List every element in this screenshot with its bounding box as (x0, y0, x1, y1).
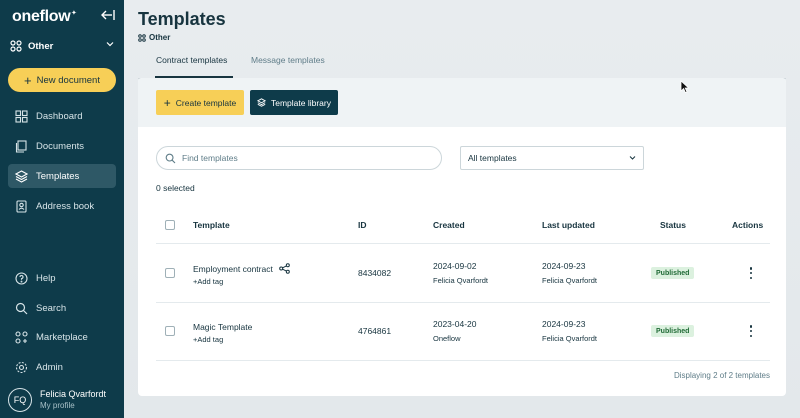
breadcrumb: Other (138, 33, 170, 42)
main-content: Templates Other Contract templates Messa… (124, 0, 800, 418)
mouse-cursor-icon (680, 80, 690, 94)
layers-icon (257, 98, 266, 107)
template-filter-select[interactable]: All templates (460, 146, 644, 170)
share-icon[interactable] (279, 263, 290, 274)
marketplace-icon (15, 330, 28, 344)
page-title: Templates (138, 9, 226, 29)
sidebar-item-label: Help (36, 272, 56, 284)
collapse-sidebar-icon[interactable] (100, 7, 116, 23)
row-divider (156, 243, 770, 244)
column-header-actions: Actions (732, 220, 764, 230)
workspace-label: Other (28, 40, 54, 52)
sidebar-item-label: Admin (36, 361, 63, 373)
template-name-link[interactable]: Employment contract (193, 264, 273, 274)
documents-icon (15, 139, 27, 153)
profile-name: Felicia Qvarfordt (40, 389, 107, 399)
search-box (156, 146, 442, 170)
search-input[interactable] (182, 153, 422, 163)
layers-icon (15, 169, 28, 183)
oneflow-logo[interactable]: oneflow (12, 8, 71, 25)
address-book-icon (16, 199, 27, 213)
add-tag-link[interactable]: +Add tag (193, 335, 223, 344)
templates-card: + Create template Template library All t… (138, 78, 786, 396)
sidebar-item-label: Documents (36, 140, 85, 152)
pagination-summary: Displaying 2 of 2 templates (673, 371, 770, 380)
sidebar-item-admin[interactable]: Admin (8, 355, 116, 379)
row-divider (156, 302, 770, 303)
sidebar-item-label: Address book (36, 200, 95, 212)
template-library-label: Template library (271, 97, 331, 108)
chevron-down-icon (629, 156, 636, 160)
created-date: 2023-04-20 (433, 319, 477, 329)
sidebar-item-label: Search (36, 302, 67, 314)
sidebar-item-documents[interactable]: Documents (8, 134, 116, 158)
gear-icon (15, 361, 28, 373)
sidebar-item-label: Marketplace (36, 331, 88, 343)
add-tag-link[interactable]: +Add tag (193, 277, 223, 286)
row-divider (156, 360, 770, 361)
tab-contract-templates[interactable]: Contract templates (156, 55, 227, 65)
select-all-checkbox[interactable] (165, 220, 175, 230)
logo-sparkle-icon: ✦ (71, 10, 77, 17)
create-template-label: Create template (175, 97, 237, 108)
created-by: Oneflow (433, 334, 461, 343)
create-template-button[interactable]: + Create template (156, 90, 244, 115)
sidebar-item-label: Dashboard (36, 110, 83, 122)
search-icon (165, 153, 176, 163)
row-actions-menu-icon[interactable] (747, 266, 755, 280)
search-icon (15, 302, 28, 314)
plus-icon: + (163, 95, 171, 110)
status-badge: Published (651, 325, 695, 337)
plus-icon: + (24, 72, 32, 88)
profile-link: My profile (40, 401, 75, 410)
row-actions-menu-icon[interactable] (747, 324, 755, 338)
new-document-label: New document (36, 74, 100, 86)
workspace-icon (10, 40, 22, 52)
template-id: 8434082 (358, 268, 392, 278)
sidebar-item-dashboard[interactable]: Dashboard (8, 104, 116, 128)
created-date: 2024-09-02 (433, 261, 477, 271)
template-name-link[interactable]: Magic Template (193, 322, 252, 332)
updated-by: Felicia Qvarfordt (542, 334, 598, 343)
workspace-icon (138, 33, 146, 42)
column-header-created[interactable]: Created (433, 220, 465, 230)
updated-date: 2024-09-23 (542, 319, 586, 329)
dashboard-icon (15, 109, 28, 123)
updated-by: Felicia Qvarfordt (542, 276, 598, 285)
row-checkbox[interactable] (165, 268, 175, 278)
new-document-button[interactable]: + New document (8, 68, 116, 92)
sidebar-item-help[interactable]: Help (8, 266, 116, 290)
column-header-id[interactable]: ID (358, 220, 367, 230)
column-header-template[interactable]: Template (193, 220, 230, 230)
sidebar-item-marketplace[interactable]: Marketplace (8, 325, 116, 349)
profile-menu[interactable]: FQ Felicia Qvarfordt My profile (8, 388, 118, 412)
updated-date: 2024-09-23 (542, 261, 586, 271)
selected-count: 0 selected (156, 183, 195, 193)
breadcrumb-workspace: Other (149, 33, 171, 42)
sidebar-item-address-book[interactable]: Address book (8, 194, 116, 218)
column-header-status: Status (660, 220, 686, 230)
row-checkbox[interactable] (165, 326, 175, 336)
sidebar: oneflow ✦ Other + New document Dashboard… (0, 0, 124, 418)
help-icon (15, 271, 28, 285)
workspace-selector[interactable]: Other (10, 38, 114, 54)
select-value: All templates (468, 153, 517, 163)
template-id: 4764861 (358, 326, 392, 336)
tab-message-templates[interactable]: Message templates (251, 55, 325, 65)
sidebar-item-templates[interactable]: Templates (8, 164, 116, 188)
created-by: Felicia Qvarfordt (433, 276, 489, 285)
logo-row: oneflow ✦ (12, 8, 118, 26)
sidebar-item-label: Templates (36, 170, 80, 182)
status-badge: Published (651, 267, 695, 279)
chevron-down-icon (106, 42, 114, 47)
column-header-last-updated[interactable]: Last updated (542, 220, 595, 230)
avatar: FQ (8, 388, 32, 412)
template-library-button[interactable]: Template library (250, 90, 338, 115)
sidebar-item-search[interactable]: Search (8, 296, 116, 320)
